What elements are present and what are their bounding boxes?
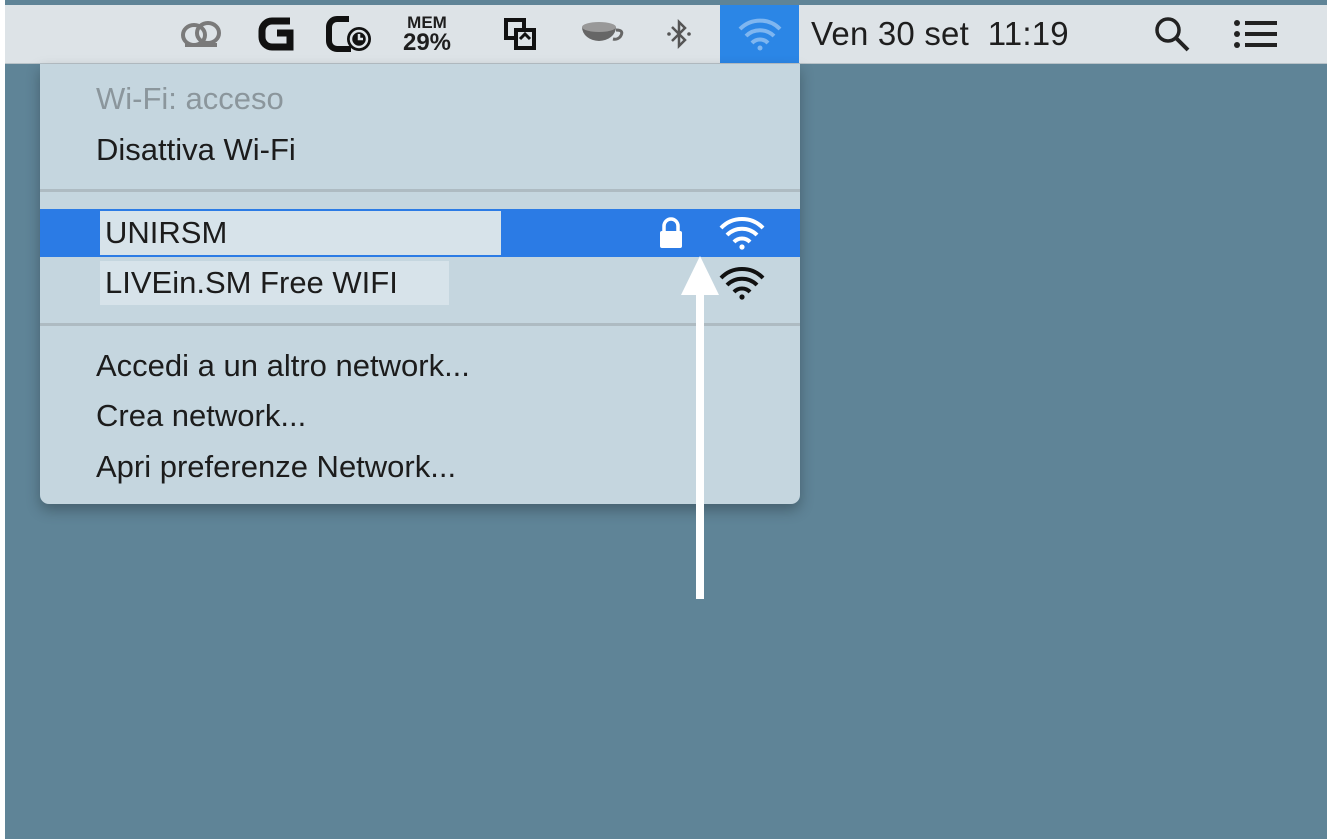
network-name-box: LIVEin.SM Free WIFI xyxy=(100,261,449,305)
menu-bar-clock[interactable]: Ven 30 set 11:19 xyxy=(811,5,1111,63)
logitech-g-icon[interactable] xyxy=(251,5,301,63)
open-network-preferences-label: Apri preferenze Network... xyxy=(96,449,457,484)
create-network-label: Crea network... xyxy=(96,398,307,433)
coffee-cup-icon[interactable] xyxy=(571,5,631,63)
creative-cloud-icon[interactable] xyxy=(173,5,229,63)
notification-center-icon[interactable] xyxy=(1227,5,1285,63)
spotlight-search-icon[interactable] xyxy=(1147,5,1197,63)
display-mirror-icon[interactable] xyxy=(495,5,545,63)
wifi-icon[interactable] xyxy=(720,5,799,63)
time-machine-icon[interactable] xyxy=(321,5,379,63)
bluetooth-icon[interactable] xyxy=(655,5,703,63)
clock-text: Ven 30 set 11:19 xyxy=(811,15,1069,52)
menu-separator xyxy=(40,189,800,192)
network-name: UNIRSM xyxy=(105,215,228,250)
memory-monitor-icon[interactable]: MEM 29% xyxy=(389,5,465,63)
disable-wifi-item[interactable]: Disattiva Wi-Fi xyxy=(40,126,800,174)
menu-bar: MEM 29% Ven 30 set 11:19 xyxy=(5,5,1327,64)
annotation-arrow xyxy=(681,256,719,599)
lock-icon xyxy=(654,215,688,251)
join-other-network-label: Accedi a un altro network... xyxy=(96,348,470,383)
wifi-status-label: Wi-Fi: acceso xyxy=(96,81,284,116)
mem-label: MEM xyxy=(407,12,447,32)
network-name: LIVEin.SM Free WIFI xyxy=(105,265,398,300)
mem-value: 29% xyxy=(402,28,452,56)
wifi-signal-icon xyxy=(714,215,770,251)
wifi-status-item: Wi-Fi: acceso xyxy=(40,75,800,123)
network-name-box: UNIRSM xyxy=(100,211,501,255)
disable-wifi-label: Disattiva Wi-Fi xyxy=(96,132,296,167)
